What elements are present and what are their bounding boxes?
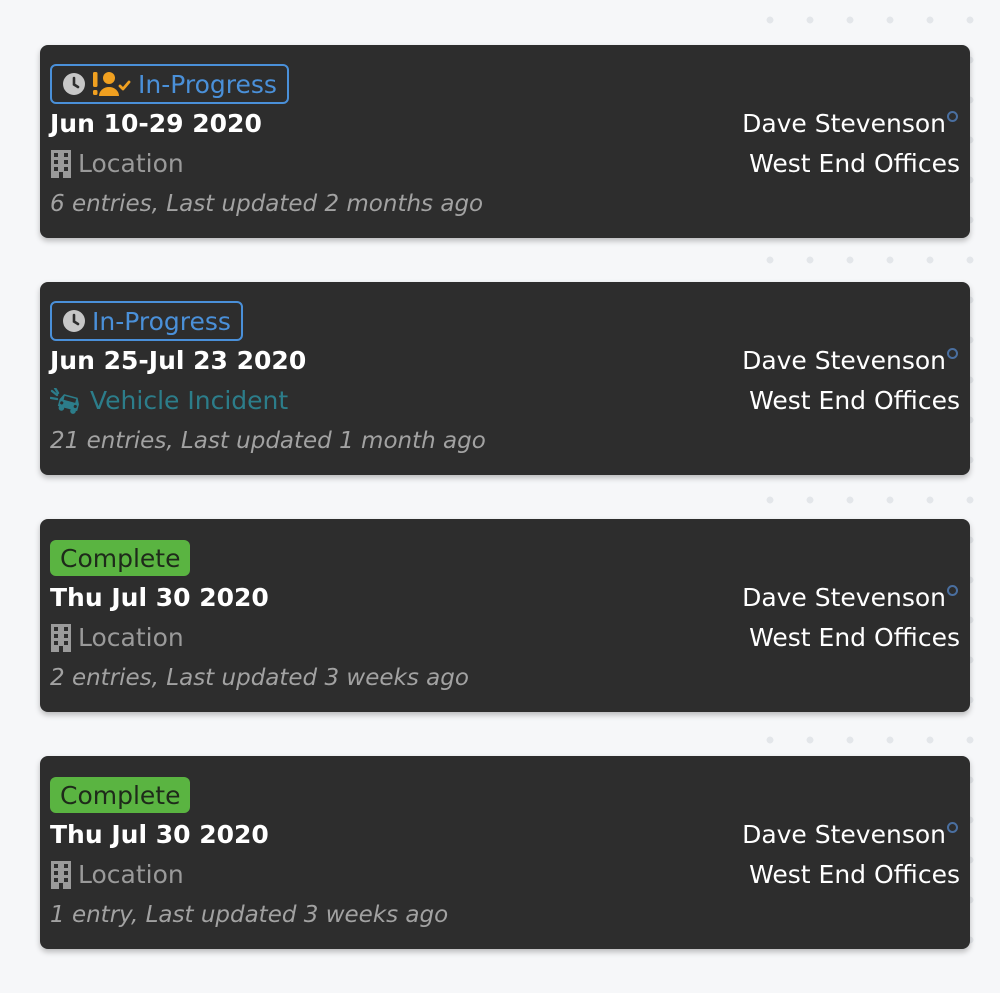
building-icon	[50, 149, 72, 178]
status-label: Complete	[60, 780, 181, 810]
report-type-label: Vehicle Incident	[90, 386, 289, 415]
status-badge: In-Progress	[50, 301, 243, 341]
ring-icon	[947, 111, 958, 122]
building-icon	[50, 860, 72, 889]
status-badge: Complete	[50, 777, 191, 813]
status-badge: Complete	[50, 540, 191, 576]
user-alert-check-icon	[92, 71, 132, 97]
report-card[interactable]: Complete Thu Jul 30 2020 Location 1 entr…	[40, 756, 970, 949]
ring-icon	[947, 822, 958, 833]
office-name: West End Offices	[749, 860, 960, 889]
report-type-label: Location	[78, 623, 184, 652]
assignee-name: Dave Stevenson	[742, 109, 946, 138]
report-date: Jun 25-Jul 23 2020	[50, 346, 307, 375]
building-icon	[50, 623, 72, 652]
report-meta: 2 entries, Last updated 3 weeks ago	[50, 665, 469, 691]
car-crash-icon	[50, 387, 84, 414]
office-name: West End Offices	[749, 149, 960, 178]
clock-icon	[62, 309, 86, 333]
report-type: Location	[50, 149, 184, 178]
ring-icon	[947, 585, 958, 596]
report-card[interactable]: Complete Thu Jul 30 2020 Location 2 entr…	[40, 519, 970, 712]
report-meta: 6 entries, Last updated 2 months ago	[50, 191, 484, 217]
report-card[interactable]: In-Progress Jun 25-Jul 23 2020 Vehicle I…	[40, 282, 970, 475]
report-date: Thu Jul 30 2020	[50, 583, 269, 612]
status-label: In-Progress	[92, 306, 231, 336]
assignee-name: Dave Stevenson	[742, 346, 946, 375]
office-name: West End Offices	[749, 623, 960, 652]
report-meta: 1 entry, Last updated 3 weeks ago	[50, 902, 449, 928]
assignee-name: Dave Stevenson	[742, 583, 946, 612]
assignee-name: Dave Stevenson	[742, 820, 946, 849]
report-type-label: Location	[78, 860, 184, 889]
report-type: Vehicle Incident	[50, 386, 288, 415]
clock-icon	[62, 72, 86, 96]
report-date: Jun 10-29 2020	[50, 109, 262, 138]
report-type-label: Location	[78, 149, 184, 178]
office-name: West End Offices	[749, 386, 960, 415]
report-list: In-Progress Jun 10-29 2020 Location 6 en…	[40, 45, 970, 993]
ring-icon	[947, 348, 958, 359]
status-label: In-Progress	[138, 69, 277, 99]
report-card[interactable]: In-Progress Jun 10-29 2020 Location 6 en…	[40, 45, 970, 238]
report-date: Thu Jul 30 2020	[50, 820, 269, 849]
report-type: Location	[50, 860, 184, 889]
status-badge: In-Progress	[50, 64, 289, 104]
status-label: Complete	[60, 543, 181, 573]
report-type: Location	[50, 623, 184, 652]
report-meta: 21 entries, Last updated 1 month ago	[50, 428, 486, 454]
